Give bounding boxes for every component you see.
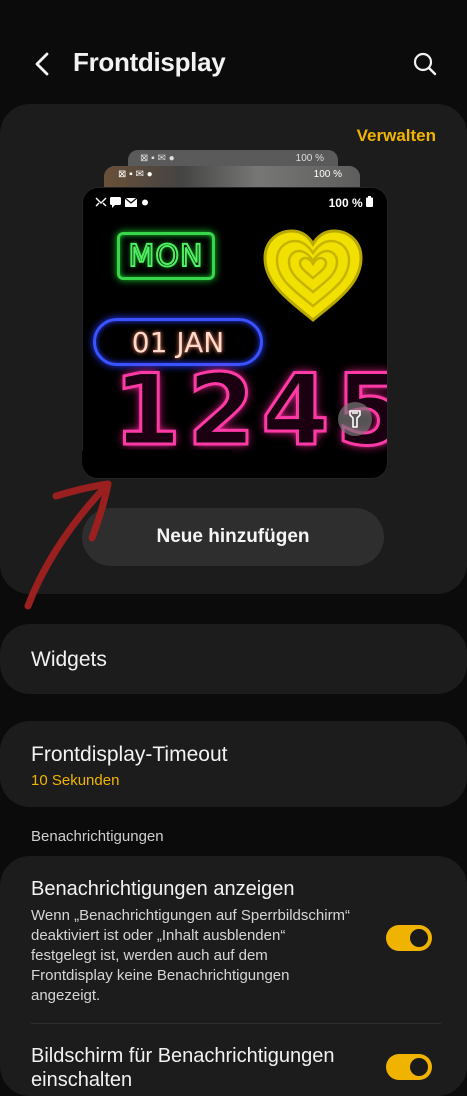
toggle-knob — [410, 1058, 428, 1076]
mini-status-icons: ⊠ ▪ ✉ ● — [140, 153, 175, 164]
toggle-knob — [410, 929, 428, 947]
show-notifications-title[interactable]: Benachrichtigungen anzeigen — [31, 878, 295, 901]
search-button[interactable] — [405, 44, 445, 84]
wake-screen-title[interactable]: Bildschirm für Benachrichtigungen einsch… — [31, 1044, 361, 1092]
notifications-section-header: Benachrichtigungen — [31, 828, 164, 845]
timeout-value: 10 Sekunden — [31, 772, 120, 789]
watchface-preview[interactable]: 100 % MON 01 JAN 1245 — [82, 187, 388, 479]
widgets-item[interactable]: Widgets — [0, 624, 467, 694]
screen-cutout — [82, 450, 232, 478]
cover-screen-preview-card: Verwalten ⊠ ▪ ✉ ● 100 % ⊠ ▪ ✉ ● 100 % 10… — [0, 104, 467, 610]
show-notifications-description: Wenn „Benachrichtigungen auf Sperrbildsc… — [31, 907, 351, 1004]
manage-link[interactable]: Verwalten — [357, 126, 436, 146]
battery-label: 100 % — [328, 196, 363, 210]
mini-battery-label: 100 % — [295, 153, 324, 164]
heart-icon — [263, 229, 363, 322]
watchface-day: MON — [117, 232, 215, 280]
back-button[interactable] — [22, 44, 62, 84]
flashlight-button[interactable] — [338, 402, 372, 436]
add-new-button[interactable]: Neue hinzufügen — [82, 508, 384, 566]
battery-icon — [366, 196, 373, 207]
notification-icons — [95, 197, 148, 208]
flashlight-icon — [349, 410, 361, 428]
timeout-item[interactable]: Frontdisplay-Timeout 10 Sekunden — [0, 721, 467, 807]
search-icon — [413, 52, 437, 76]
show-notifications-toggle[interactable] — [386, 925, 432, 951]
widgets-label: Widgets — [31, 648, 107, 671]
mini-status-icons: ⊠ ▪ ✉ ● — [118, 169, 153, 180]
timeout-title: Frontdisplay-Timeout — [31, 743, 228, 766]
notifications-card: Benachrichtigungen anzeigen Wenn „Benach… — [0, 856, 467, 1096]
page-title: Frontdisplay — [73, 47, 226, 77]
chevron-left-icon — [35, 52, 49, 76]
battery-status: 100 % — [329, 196, 373, 210]
divider — [31, 1023, 441, 1024]
wake-screen-toggle[interactable] — [386, 1054, 432, 1080]
status-icons — [95, 196, 153, 211]
mini-battery-label: 100 % — [313, 169, 342, 180]
